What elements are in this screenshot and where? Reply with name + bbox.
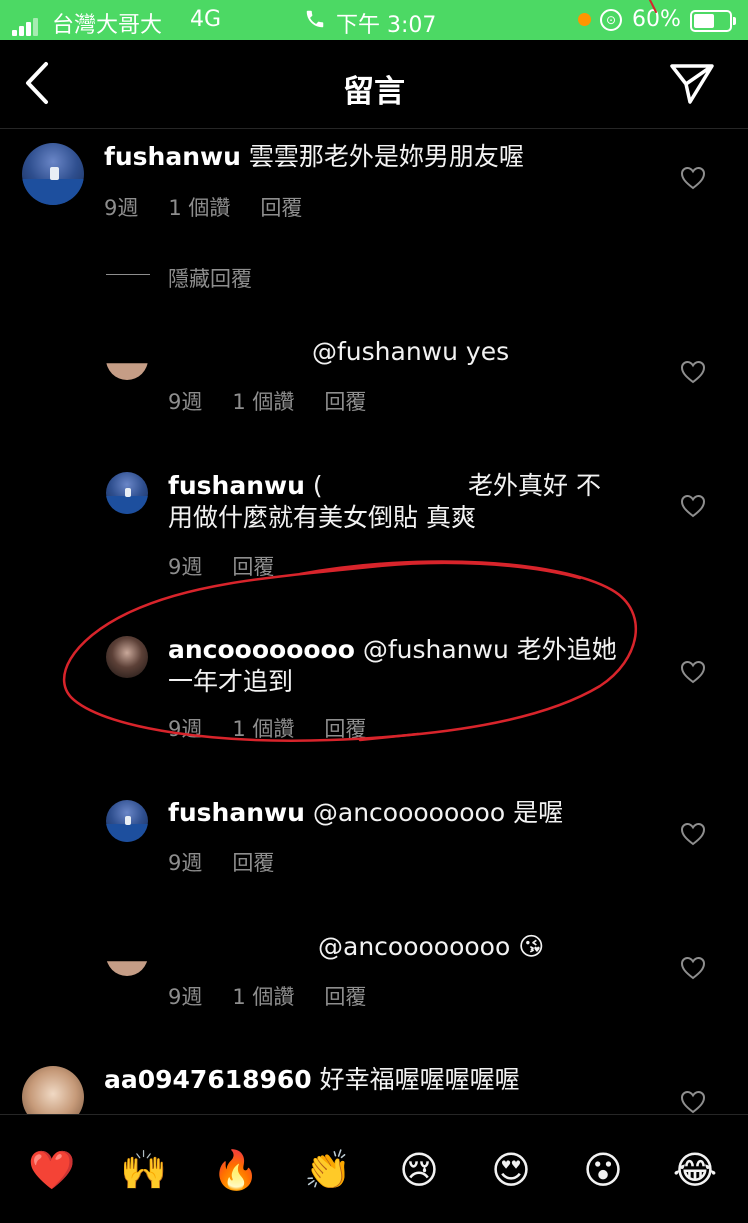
crying-face-emoji[interactable]: 😢 xyxy=(396,1147,442,1193)
laughing-tears-emoji[interactable]: 😂 xyxy=(672,1147,718,1193)
comment-meta: 9週 1 個讚 回覆 xyxy=(168,386,396,416)
heart-icon[interactable] xyxy=(680,822,706,850)
comment-text: ancoooooooo @fushanwu 老外追她 xyxy=(168,634,617,666)
clapping-hands-emoji[interactable]: 👏 xyxy=(304,1147,351,1193)
network-type: 4G xyxy=(190,7,222,32)
battery-percent: 60% xyxy=(632,7,681,32)
avatar[interactable] xyxy=(106,800,148,842)
kiss-emoji: 😘 xyxy=(518,932,545,961)
comment-body: 用做什麼就有美女倒貼 真爽 xyxy=(168,503,476,532)
comment-likes[interactable]: 1 個讚 xyxy=(232,390,294,414)
divider xyxy=(106,274,150,275)
reply-button[interactable]: 回覆 xyxy=(324,717,366,741)
reply-button[interactable]: 回覆 xyxy=(260,196,302,220)
comment-meta: 9週 1 個讚 回覆 xyxy=(168,981,396,1011)
comment-username[interactable]: fushanwu xyxy=(168,798,305,827)
status-bar: 台灣大哥大 4G 下午 3:07 ⊙ 60% xyxy=(0,0,748,40)
comment-username[interactable]: fushanwu xyxy=(104,142,241,171)
rotation-lock-icon: ⊙ xyxy=(600,9,622,31)
comment-text: @fushanwu yes xyxy=(312,336,509,368)
comment-body: 老外真好 不 xyxy=(468,471,601,500)
comment-text: 一年才追到 xyxy=(168,666,293,698)
comment-text: fushanwu 雲雲那老外是妳男朋友喔 xyxy=(104,141,524,173)
phone-icon xyxy=(304,7,326,37)
comment-body: ( xyxy=(312,471,323,500)
comment-text: 用做什麼就有美女倒貼 真爽 xyxy=(168,502,476,534)
comment-username[interactable]: ancoooooooo xyxy=(168,635,355,664)
battery-icon xyxy=(690,10,736,32)
send-icon[interactable] xyxy=(668,60,716,110)
comment-body: @fushanwu yes xyxy=(312,337,510,366)
comment-age: 9週 xyxy=(104,196,139,220)
comment-likes[interactable]: 1 個讚 xyxy=(168,196,230,220)
comment-meta: 9週 1 個讚 回覆 xyxy=(168,713,396,743)
fire-emoji[interactable]: 🔥 xyxy=(212,1147,259,1193)
comment-likes[interactable]: 1 個讚 xyxy=(232,717,294,741)
comment-meta: 9週 1 個讚 回覆 xyxy=(104,192,332,222)
signal-icon xyxy=(12,11,40,36)
avatar[interactable] xyxy=(106,961,148,976)
surprised-face-emoji[interactable]: 😮 xyxy=(580,1147,626,1193)
comment-age: 9週 xyxy=(168,555,203,579)
mic-indicator-dot xyxy=(578,13,591,26)
reply-button[interactable]: 回覆 xyxy=(324,985,366,1009)
red-circle-annotation xyxy=(62,0,657,742)
clock: 下午 3:07 xyxy=(336,13,437,38)
comment-body: 雲雲那老外是妳男朋友喔 xyxy=(248,142,524,171)
comment-text: @ancoooooooo 😘 xyxy=(318,931,544,963)
comment-meta: 9週 回覆 xyxy=(168,847,304,877)
heart-icon[interactable] xyxy=(680,660,706,688)
carrier-name: 台灣大哥大 xyxy=(52,13,163,38)
comment-text: aa0947618960 好幸福喔喔喔喔喔 xyxy=(104,1064,520,1096)
raising-hands-emoji[interactable]: 🙌 xyxy=(120,1147,167,1193)
comment-username[interactable]: fushanwu xyxy=(168,471,305,500)
comment-body: 一年才追到 xyxy=(168,667,294,696)
comment-age: 9週 xyxy=(168,390,203,414)
comment-likes[interactable]: 1 個讚 xyxy=(232,985,294,1009)
avatar[interactable] xyxy=(22,143,84,205)
reply-button[interactable]: 回覆 xyxy=(232,851,274,875)
comment-text: fushanwu ( xyxy=(168,470,323,502)
reply-button[interactable]: 回覆 xyxy=(232,555,274,579)
red-heart-emoji[interactable]: ❤️ xyxy=(28,1147,75,1193)
comment-body: @fushanwu 老外追她 xyxy=(362,635,617,664)
avatar[interactable] xyxy=(106,472,148,514)
heart-icon[interactable] xyxy=(680,166,706,194)
heart-eyes-emoji[interactable]: 😍 xyxy=(488,1147,534,1193)
hide-replies-button[interactable]: 隱藏回覆 xyxy=(168,263,252,293)
heart-icon[interactable] xyxy=(680,360,706,388)
page-title: 留言 xyxy=(343,74,405,110)
reply-button[interactable]: 回覆 xyxy=(324,390,366,414)
comment-meta: 9週 回覆 xyxy=(168,551,304,581)
comment-text: 老外真好 不 xyxy=(468,470,601,502)
comment-age: 9週 xyxy=(168,717,203,741)
comment-age: 9週 xyxy=(168,985,203,1009)
heart-icon[interactable] xyxy=(680,494,706,522)
comment-body: 好幸福喔喔喔喔喔 xyxy=(319,1065,520,1094)
emoji-reaction-bar: ❤️ 🙌 🔥 👏 😢 😍 😮 😂 xyxy=(0,1114,748,1223)
avatar[interactable] xyxy=(106,363,148,380)
comment-username[interactable]: aa0947618960 xyxy=(104,1065,312,1094)
comment-text: fushanwu @ancoooooooo 是喔 xyxy=(168,797,563,829)
avatar[interactable] xyxy=(106,636,148,678)
header: 留言 xyxy=(0,40,748,129)
comment-body: @ancoooooooo xyxy=(318,932,511,961)
heart-icon[interactable] xyxy=(680,956,706,984)
comment-age: 9週 xyxy=(168,851,203,875)
comment-body: @ancoooooooo 是喔 xyxy=(312,798,564,827)
